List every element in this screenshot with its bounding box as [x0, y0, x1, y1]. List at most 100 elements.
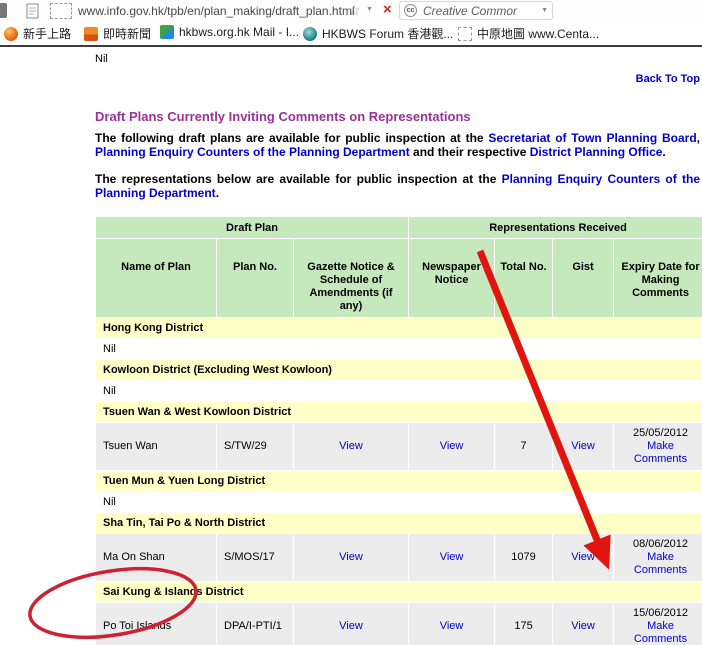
link-secretariat-tpb[interactable]: Secretariat of Town Planning Board: [488, 131, 696, 145]
mail-icon: [160, 25, 174, 39]
search-dropdown-icon[interactable]: ▼: [541, 7, 548, 14]
draft-plans-table: Draft Plan Representations Received Name…: [95, 216, 702, 645]
back-to-top-container: Back To Top: [95, 73, 700, 85]
bookmark-getting-started[interactable]: 新手上路: [4, 25, 71, 42]
gist-cell: View: [553, 423, 613, 470]
address-dropdown-icon[interactable]: ▼: [366, 6, 373, 13]
district-label: Tsuen Wan & West Kowloon District: [96, 402, 702, 422]
col-header-gist: Gist: [553, 239, 613, 317]
total-no-cell: 1079: [495, 534, 552, 581]
expiry-date: 25/05/2012: [633, 427, 688, 439]
expiry-cell: 15/06/2012Make Comments: [614, 603, 702, 645]
group-header-row: Draft Plan Representations Received: [96, 217, 702, 238]
col-header-expiry-date: Expiry Date for Making Comments: [614, 239, 702, 317]
bookmark-label: 新手上路: [23, 25, 71, 42]
district-label: Sha Tin, Tai Po & North District: [96, 513, 702, 533]
total-no-cell: 7: [495, 423, 552, 470]
gazette-view-link[interactable]: View: [339, 551, 363, 563]
nil-label: Nil: [96, 339, 702, 359]
bookmarks-bar: 新手上路 即時新聞 hkbws.org.hk Mail - I... HKBWS…: [0, 22, 702, 45]
plan-no-cell: S/MOS/17: [217, 534, 293, 581]
group-header-representations: Representations Received: [409, 217, 702, 238]
district-label: Kowloon District (Excluding West Kowloon…: [96, 360, 702, 380]
plan-name-cell: Tsuen Wan: [96, 423, 216, 470]
district-section-row: Kowloon District (Excluding West Kowloon…: [96, 360, 702, 380]
nil-row: Nil: [96, 381, 702, 401]
district-section-row: Hong Kong District: [96, 318, 702, 338]
newspaper-view-link[interactable]: View: [440, 620, 464, 632]
bookmark-star-icon[interactable]: ☆: [348, 2, 361, 19]
district-section-row: Tuen Mun & Yuen Long District: [96, 471, 702, 491]
expiry-date: 08/06/2012: [633, 538, 688, 550]
forum-icon: [303, 27, 317, 41]
map-icon: [458, 27, 472, 41]
district-label: Tuen Mun & Yuen Long District: [96, 471, 702, 491]
address-bar[interactable]: www.info.gov.hk/tpb/en/plan_making/draft…: [78, 4, 355, 18]
browser-toolbar: www.info.gov.hk/tpb/en/plan_making/draft…: [0, 0, 702, 22]
site-favicon-placeholder: [50, 3, 72, 19]
gazette-cell: View: [294, 603, 408, 645]
col-header-name-of-plan: Name of Plan: [96, 239, 216, 317]
gazette-cell: View: [294, 423, 408, 470]
firefox-icon: [4, 27, 18, 41]
nil-text: Nil: [95, 51, 700, 65]
gist-cell: View: [553, 603, 613, 645]
document-icon: [26, 3, 40, 19]
intro-text: The following draft plans are available …: [95, 131, 488, 145]
make-comments-link[interactable]: Make Comments: [634, 620, 687, 645]
search-engine-icon[interactable]: cc: [404, 4, 417, 17]
intro-text: The representations below are available …: [95, 172, 502, 186]
nil-row: Nil: [96, 339, 702, 359]
link-district-planning-office[interactable]: District Planning Office: [530, 145, 663, 159]
col-header-total-no: Total No.: [495, 239, 552, 317]
nil-label: Nil: [96, 381, 702, 401]
newspaper-cell: View: [409, 423, 494, 470]
intro-paragraph-2: The representations below are available …: [95, 172, 700, 200]
make-comments-link[interactable]: Make Comments: [634, 551, 687, 576]
search-box[interactable]: cc Creative Commor ▼: [399, 1, 553, 20]
bookmark-centamap[interactable]: 中原地圖 www.Centa...: [458, 25, 599, 42]
nil-row: Nil: [96, 492, 702, 512]
bookmark-hkbws-forum[interactable]: HKBWS Forum 香港觀...: [303, 25, 453, 42]
district-section-row: Sha Tin, Tai Po & North District: [96, 513, 702, 533]
bookmark-label: hkbws.org.hk Mail - I...: [179, 25, 299, 39]
gazette-cell: View: [294, 534, 408, 581]
gist-view-link[interactable]: View: [571, 551, 595, 563]
intro-paragraph-1: The following draft plans are available …: [95, 131, 700, 159]
bookmark-instant-news[interactable]: 即時新聞: [84, 25, 151, 42]
district-label: Hong Kong District: [96, 318, 702, 338]
plan-data-row: Tsuen WanS/TW/29 View View 7 View 25/05/2012M…: [96, 423, 702, 470]
expiry-cell: 08/06/2012Make Comments: [614, 534, 702, 581]
gist-cell: View: [553, 534, 613, 581]
bookmark-hkbws-mail[interactable]: hkbws.org.hk Mail - I...: [160, 25, 299, 39]
plan-data-row: Po Toi IslandsDPA/I-PTI/1 View View 175 View…: [96, 603, 702, 645]
expiry-cell: 25/05/2012Make Comments: [614, 423, 702, 470]
col-header-plan-no: Plan No.: [217, 239, 293, 317]
plan-name-cell: Po Toi Islands: [96, 603, 216, 645]
nil-label: Nil: [96, 492, 702, 512]
search-input[interactable]: Creative Commor: [423, 4, 538, 18]
gist-view-link[interactable]: View: [571, 440, 595, 452]
intro-text: ,: [697, 131, 700, 145]
gazette-view-link[interactable]: View: [339, 440, 363, 452]
plan-no-cell: S/TW/29: [217, 423, 293, 470]
group-header-draft-plan: Draft Plan: [96, 217, 408, 238]
gazette-view-link[interactable]: View: [339, 620, 363, 632]
back-to-top-link[interactable]: Back To Top: [636, 73, 700, 85]
newspaper-view-link[interactable]: View: [440, 440, 464, 452]
window-edge-icon: [0, 3, 7, 18]
newspaper-view-link[interactable]: View: [440, 551, 464, 563]
plan-data-row: Ma On ShanS/MOS/17ViewView1079View08/06/…: [96, 534, 702, 581]
gist-view-link[interactable]: View: [571, 620, 595, 632]
stop-button[interactable]: ×: [383, 1, 392, 18]
plan-no-cell: DPA/I-PTI/1: [217, 603, 293, 645]
newspaper-cell: View: [409, 534, 494, 581]
page-icon[interactable]: [26, 3, 40, 24]
district-section-row: Sai Kung & Islands District: [96, 582, 702, 602]
total-no-cell: 175: [495, 603, 552, 645]
bookmark-label: HKBWS Forum 香港觀...: [322, 25, 453, 42]
col-header-gazette-notice: Gazette Notice & Schedule of Amendments …: [294, 239, 408, 317]
link-planning-enquiry-counters[interactable]: Planning Enquiry Counters of the Plannin…: [95, 145, 410, 159]
make-comments-link[interactable]: Make Comments: [634, 440, 687, 465]
district-label: Sai Kung & Islands District: [96, 582, 702, 602]
